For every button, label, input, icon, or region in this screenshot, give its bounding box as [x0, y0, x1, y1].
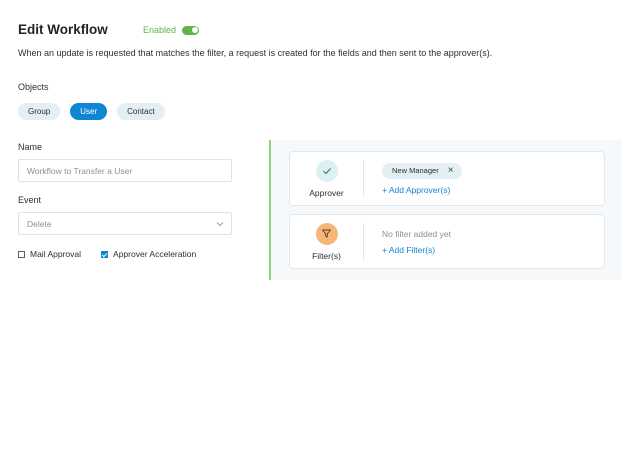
- chevron-down-icon: [216, 222, 224, 227]
- filter-empty-text: No filter added yet: [382, 228, 451, 239]
- name-input-value: Workflow to Transfer a User: [27, 165, 133, 176]
- workflow-description: When an update is requested that matches…: [18, 48, 493, 58]
- card-divider: [363, 223, 364, 260]
- approver-tag-label: New Manager: [392, 166, 439, 175]
- event-select-value: Delete: [27, 218, 52, 229]
- approver-tag: New Manager ×: [382, 162, 462, 179]
- mail-approval-checkbox[interactable]: Mail Approval: [18, 249, 81, 259]
- unchecked-box-icon[interactable]: [18, 250, 25, 258]
- objects-label: Objects: [18, 82, 49, 92]
- filter-card-body: No filter added yet + Add Filter(s): [382, 215, 451, 268]
- filter-card-header: Filter(s): [290, 215, 363, 268]
- add-filter-link[interactable]: + Add Filter(s): [382, 245, 451, 255]
- approver-acceleration-checkbox[interactable]: Approver Acceleration: [101, 249, 196, 259]
- filter-icon: [315, 222, 338, 245]
- event-label: Event: [18, 195, 42, 205]
- approver-card-body: New Manager × + Add Approver(s): [382, 152, 462, 205]
- approver-acceleration-label: Approver Acceleration: [113, 249, 197, 259]
- filter-card: Filter(s) No filter added yet + Add Filt…: [289, 214, 605, 269]
- event-select[interactable]: Delete: [18, 212, 232, 235]
- page-header: Edit Workflow: [18, 22, 108, 37]
- toggle-icon[interactable]: [182, 25, 200, 35]
- approver-card: Approver New Manager × + Add Approver(s): [289, 151, 605, 206]
- approver-card-header: Approver: [290, 152, 363, 205]
- workflow-rules-panel: Approver New Manager × + Add Approver(s)…: [269, 140, 622, 280]
- approval-options: Mail Approval Approver Acceleration: [18, 249, 196, 259]
- enabled-label: Enabled: [143, 25, 177, 35]
- filter-card-label: Filter(s): [312, 250, 341, 261]
- page-title: Edit Workflow: [18, 22, 108, 37]
- enabled-switch[interactable]: Enabled: [143, 25, 200, 35]
- card-divider: [363, 160, 364, 197]
- close-icon[interactable]: ×: [448, 165, 454, 176]
- object-pill-user[interactable]: User: [70, 103, 108, 120]
- object-pill-group[interactable]: Group: [18, 103, 61, 120]
- name-label: Name: [18, 142, 43, 152]
- approver-card-label: Approver: [309, 187, 344, 198]
- check-icon: [315, 159, 338, 182]
- objects-pills: Group User Contact: [18, 103, 165, 120]
- add-approver-link[interactable]: + Add Approver(s): [382, 185, 462, 195]
- object-pill-contact[interactable]: Contact: [117, 103, 165, 120]
- name-input[interactable]: Workflow to Transfer a User: [18, 159, 232, 182]
- checked-box-icon[interactable]: [101, 250, 109, 258]
- mail-approval-label: Mail Approval: [30, 249, 82, 259]
